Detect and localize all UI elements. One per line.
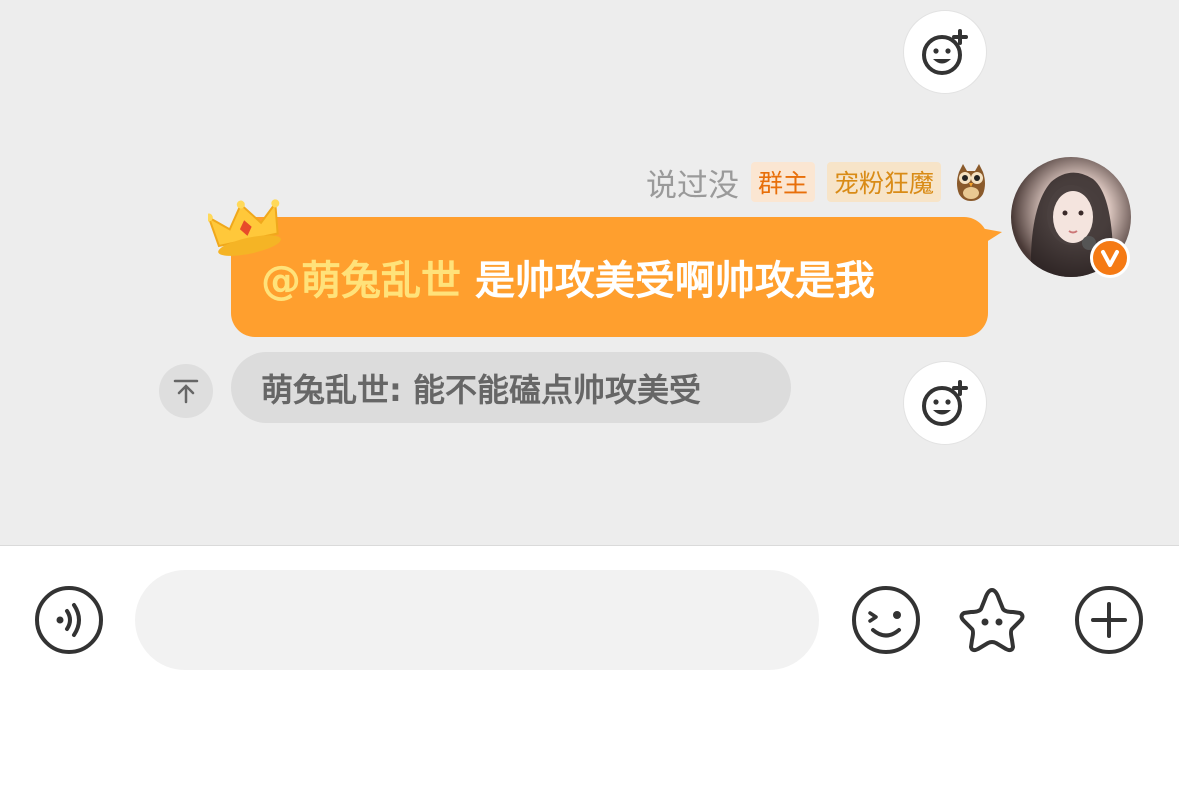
emoji-icon[interactable] bbox=[851, 585, 921, 655]
quoted-message-text: 萌兔乱世: 能不能磕点帅攻美受 bbox=[261, 370, 701, 409]
sticker-star-icon[interactable] bbox=[957, 585, 1027, 655]
mention-link[interactable]: @萌兔乱世 bbox=[261, 258, 461, 304]
badge-group-owner: 群主 bbox=[750, 162, 815, 202]
badge-fan: 宠粉狂魔 bbox=[826, 162, 941, 202]
message-body: 是帅攻美受啊帅攻是我 bbox=[474, 258, 875, 304]
add-reaction-button-top[interactable] bbox=[903, 10, 987, 94]
crown-icon bbox=[208, 199, 281, 256]
plus-icon[interactable] bbox=[1074, 585, 1144, 655]
message-input[interactable] bbox=[135, 570, 819, 670]
emoji-react-icon bbox=[922, 380, 968, 426]
bubble-tail bbox=[980, 228, 1002, 246]
sender-name[interactable]: 说过没 bbox=[646, 160, 739, 205]
quoted-message[interactable]: 萌兔乱世: 能不能磕点帅攻美受 bbox=[231, 352, 791, 423]
message-text: @萌兔乱世 是帅攻美受啊帅攻是我 bbox=[261, 248, 875, 306]
add-reaction-button[interactable] bbox=[903, 361, 987, 445]
quote-jump-button[interactable] bbox=[159, 364, 213, 418]
emoji-react-icon bbox=[922, 29, 968, 75]
message-bubble[interactable]: @萌兔乱世 是帅攻美受啊帅攻是我 bbox=[231, 217, 988, 337]
voice-icon[interactable] bbox=[34, 585, 104, 655]
verified-v-icon bbox=[1101, 250, 1119, 267]
quote-up-icon bbox=[173, 379, 199, 404]
owl-icon bbox=[957, 164, 985, 201]
verified-badge bbox=[1090, 238, 1130, 278]
sender-row: 说过没 群主 宠粉狂魔 bbox=[646, 160, 989, 204]
chat-area: 说过没 群主 宠粉狂魔 @萌兔乱世 是帅攻美受啊帅攻是我 萌兔乱世: 能不能磕点… bbox=[0, 0, 1179, 545]
